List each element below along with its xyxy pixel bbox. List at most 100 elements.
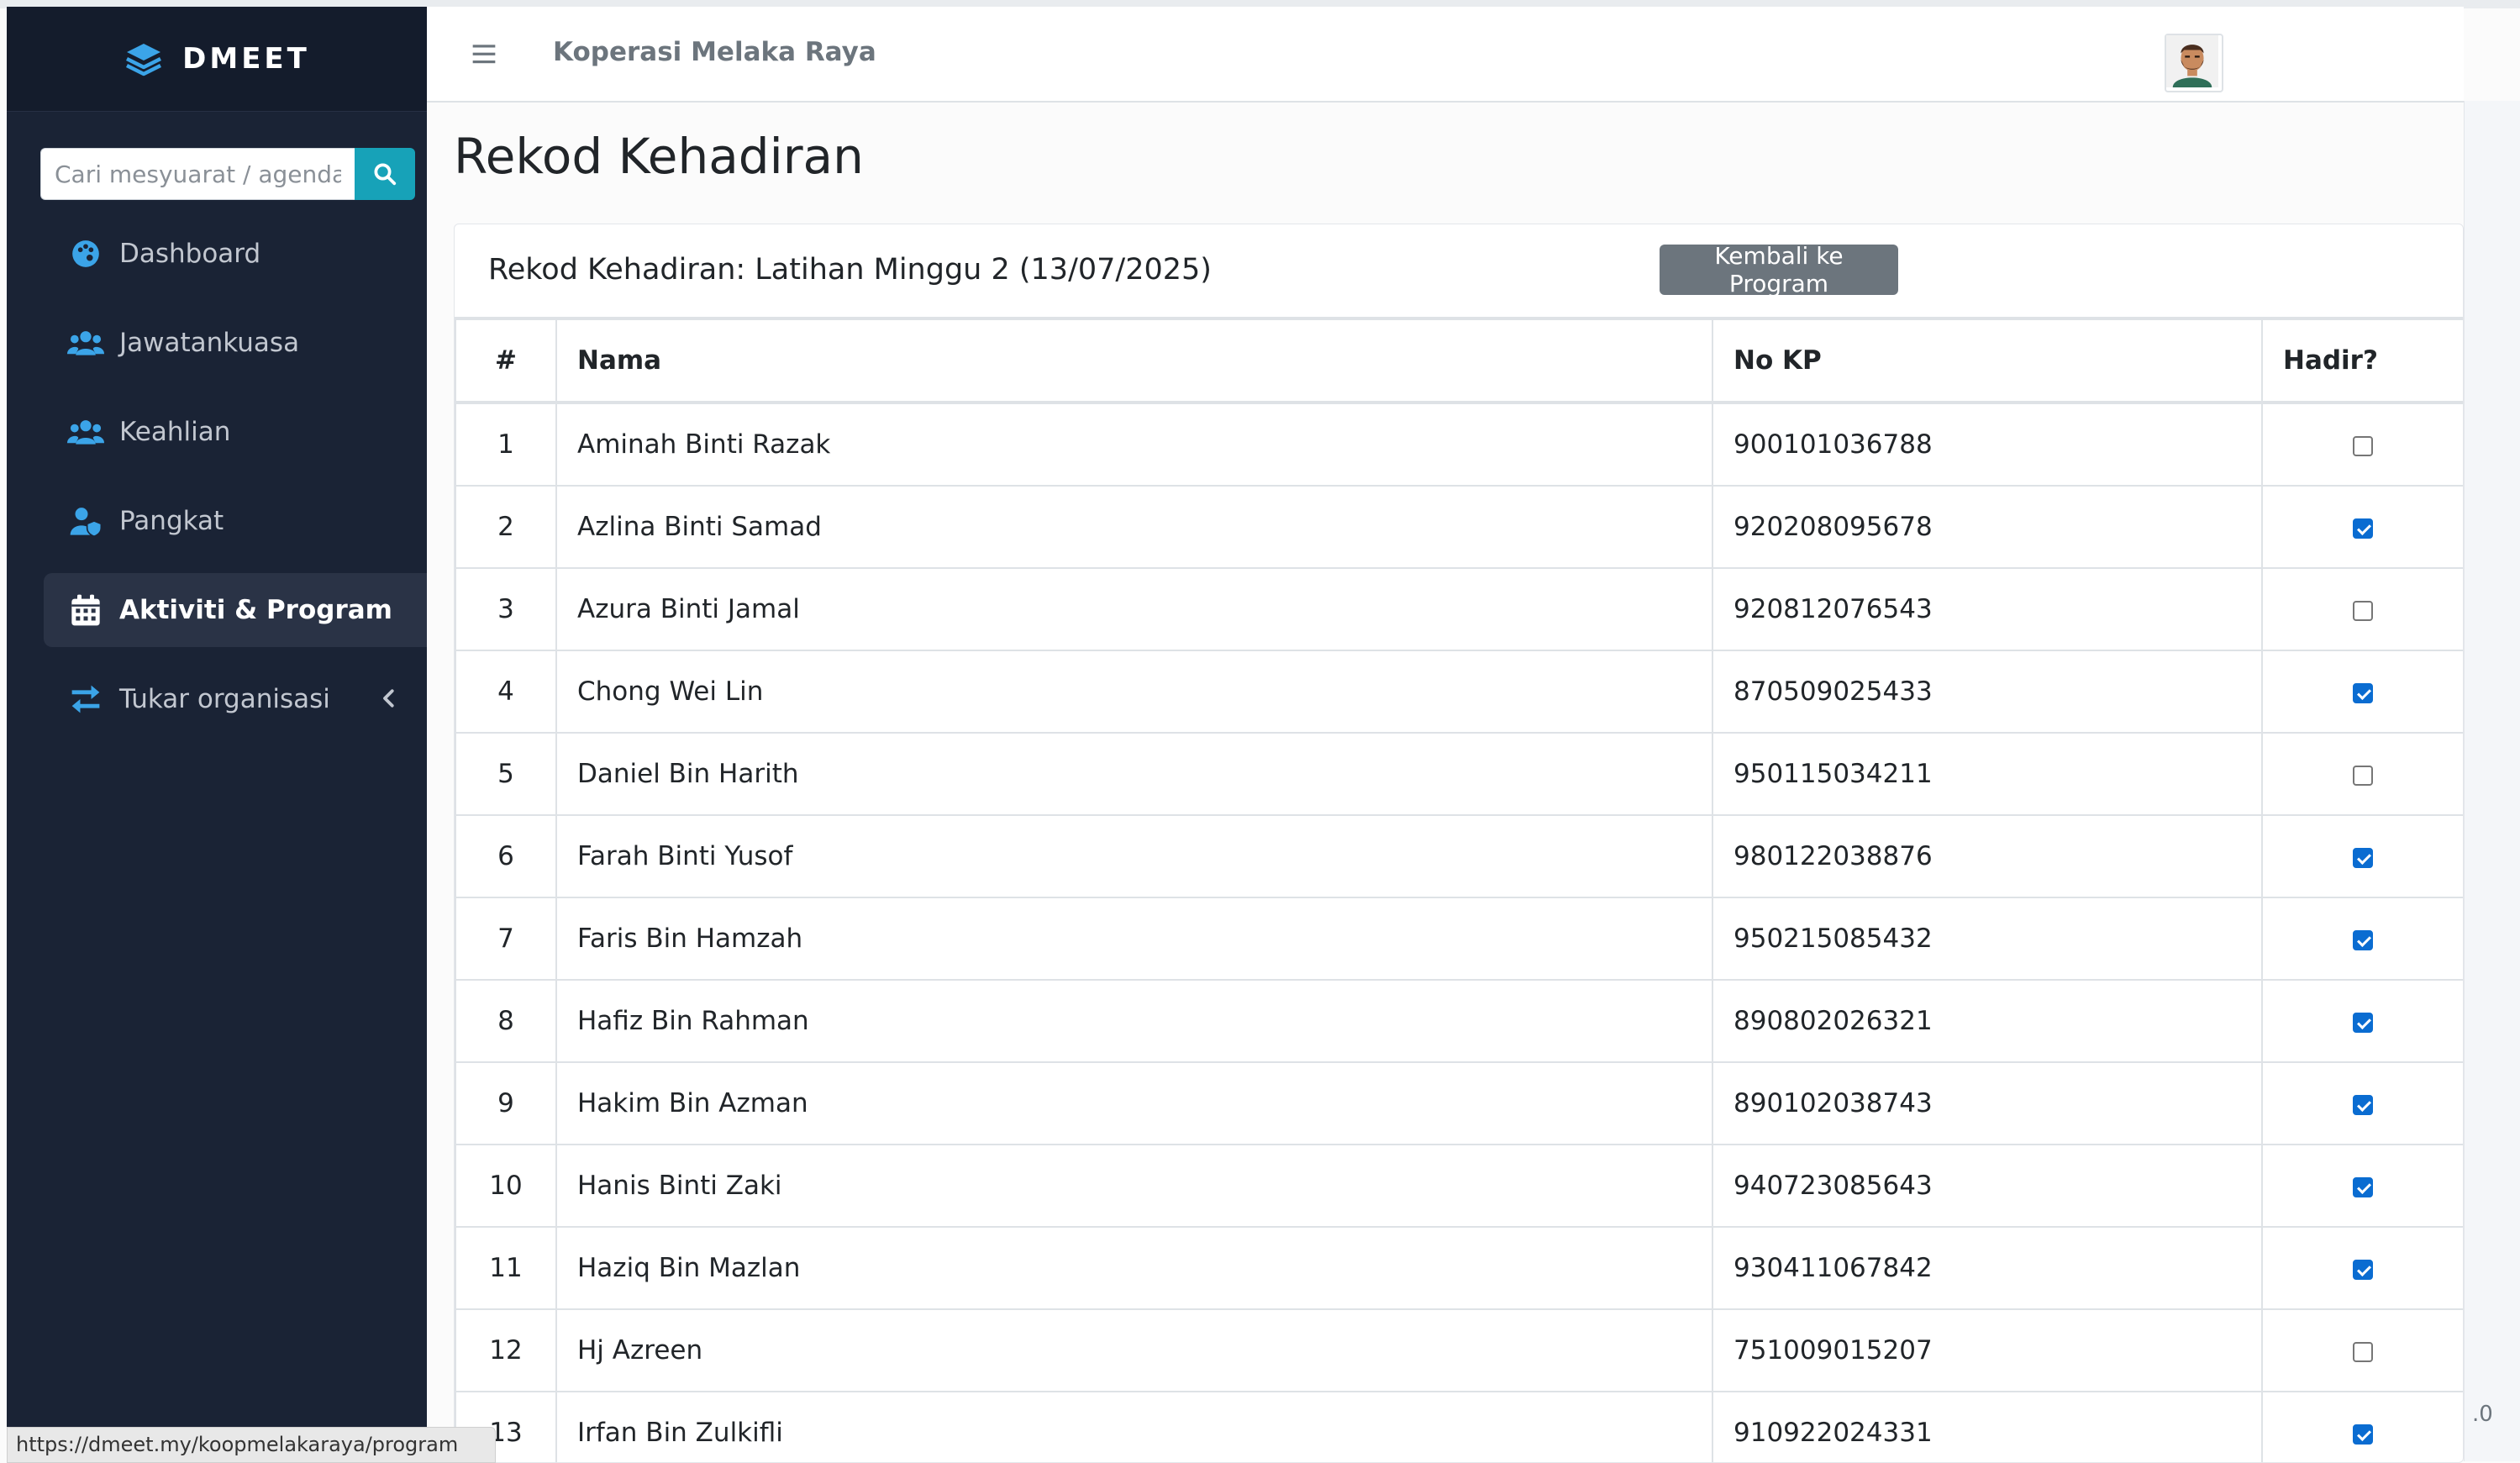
attendance-cell [2261,1144,2463,1228]
member-name: Hakim Bin Azman [555,1061,1713,1145]
search-icon [374,163,397,186]
attendance-cell [2261,979,2463,1063]
table-row: 9 Hakim Bin Azman 890102038743 [455,1061,2463,1145]
user-avatar[interactable] [2165,34,2223,92]
member-name: Azura Binti Jamal [555,567,1713,651]
attendance-cell [2261,732,2463,816]
card-title: Rekod Kehadiran: Latihan Minggu 2 (13/07… [488,253,1212,287]
attendance-checkbox[interactable] [2353,682,2373,703]
table-row: 13 Irfan Bin Zulkifli 910922024331 [455,1391,2463,1462]
attendance-cell [2261,402,2463,487]
member-ic-number: 870509025433 [1712,650,2263,734]
table-row: 10 Hanis Binti Zaki 940723085643 [455,1144,2463,1228]
organization-name[interactable]: Koperasi Melaka Raya [553,37,876,67]
column-header-no-kp: No KP [1712,318,2263,403]
sidebar-item-keahlian[interactable]: Keahlian [44,395,427,469]
hamburger-menu-icon[interactable] [471,40,497,67]
sidebar-item-label: Dashboard [119,239,261,269]
member-name: Hanis Binti Zaki [555,1144,1713,1228]
attendance-cell [2261,1061,2463,1145]
member-ic-number: 751009015207 [1712,1308,2263,1392]
sidebar-item-dashboard[interactable]: Dashboard [44,217,427,291]
avatar-icon [2166,35,2218,87]
table-row: 8 Hafiz Bin Rahman 890802026321 [455,979,2463,1063]
attendance-cell [2261,897,2463,981]
calendar-icon [67,592,104,629]
row-number: 3 [455,567,557,651]
table-row: 2 Azlina Binti Samad 920208095678 [455,485,2463,569]
attendance-table: # Nama No KP Hadir? 1 Aminah Binti Razak 9… [455,318,2463,1462]
member-ic-number: 940723085643 [1712,1144,2263,1228]
sidebar-item-pangkat[interactable]: Pangkat [44,484,427,558]
member-name: Faris Bin Hamzah [555,897,1713,981]
attendance-checkbox[interactable] [2353,847,2373,868]
member-name: Irfan Bin Zulkifli [555,1391,1713,1462]
member-ic-number: 980122038876 [1712,814,2263,898]
sidebar-item-tukar-organisasi[interactable]: Tukar organisasi [44,662,427,736]
attendance-checkbox[interactable] [2353,1176,2373,1197]
page-title: Rekod Kehadiran [454,128,864,185]
member-name: Aminah Binti Razak [555,402,1713,487]
back-to-program-button[interactable]: Kembali ke Program [1660,242,1898,297]
attendance-checkbox[interactable] [2353,435,2373,456]
member-ic-number: 920208095678 [1712,485,2263,569]
attendance-checkbox[interactable] [2353,600,2373,621]
row-number: 1 [455,402,557,487]
attendance-checkbox[interactable] [2353,929,2373,950]
users-icon [67,413,104,450]
footer-version: .0 [2472,1402,2493,1427]
attendance-card: Rekod Kehadiran: Latihan Minggu 2 (13/07… [454,224,2464,1463]
table-body: 1 Aminah Binti Razak 900101036788 2 Azlina B… [455,402,2463,1462]
attendance-cell [2261,485,2463,569]
row-number: 8 [455,979,557,1063]
row-number: 2 [455,485,557,569]
card-header: Rekod Kehadiran: Latihan Minggu 2 (13/07… [455,224,2463,318]
attendance-checkbox[interactable] [2353,1094,2373,1115]
member-name: Chong Wei Lin [555,650,1713,734]
table-row: 5 Daniel Bin Harith 950115034211 [455,732,2463,816]
row-number: 10 [455,1144,557,1228]
search-input[interactable] [40,148,355,200]
attendance-checkbox[interactable] [2353,765,2373,786]
member-ic-number: 950115034211 [1712,732,2263,816]
sidebar: DMEET Dashboard Jawatankuasa [7,7,427,1461]
table-header-row: # Nama No KP Hadir? [455,318,2463,403]
exchange-icon [67,681,104,718]
attendance-checkbox[interactable] [2353,1012,2373,1033]
attendance-checkbox[interactable] [2353,1259,2373,1280]
attendance-cell [2261,1308,2463,1392]
search-button[interactable] [355,148,415,200]
chevron-left-icon[interactable] [376,686,402,711]
sidebar-item-label: Aktiviti & Program [119,595,392,625]
user-shield-icon [67,503,104,539]
row-number: 7 [455,897,557,981]
attendance-cell [2261,567,2463,651]
sidebar-item-label: Jawatankuasa [119,328,300,358]
browser-status-url: https://dmeet.my/koopmelakaraya/program [7,1427,496,1463]
attendance-checkbox[interactable] [2353,1424,2373,1445]
member-name: Hafiz Bin Rahman [555,979,1713,1063]
member-ic-number: 890802026321 [1712,979,2263,1063]
layers-icon [126,44,162,76]
row-number: 6 [455,814,557,898]
attendance-checkbox[interactable] [2353,1341,2373,1362]
search-bar [40,148,415,200]
column-header-number: # [455,318,557,403]
member-name: Haziq Bin Mazlan [555,1226,1713,1310]
member-ic-number: 890102038743 [1712,1061,2263,1145]
attendance-checkbox[interactable] [2353,518,2373,539]
member-ic-number: 950215085432 [1712,897,2263,981]
member-ic-number: 920812076543 [1712,567,2263,651]
brand-link[interactable]: DMEET [7,7,427,112]
table-row: 11 Haziq Bin Mazlan 930411067842 [455,1226,2463,1310]
sidebar-item-label: Tukar organisasi [119,684,330,714]
sidebar-item-jawatankuasa[interactable]: Jawatankuasa [44,306,427,380]
row-number: 5 [455,732,557,816]
sidebar-item-label: Pangkat [119,506,224,536]
table-row: 6 Farah Binti Yusof 980122038876 [455,814,2463,898]
top-navbar: Koperasi Melaka Raya [427,7,2464,103]
sidebar-item-aktiviti-program[interactable]: Aktiviti & Program [44,573,427,647]
column-header-nama: Nama [555,318,1713,403]
sidebar-item-label: Keahlian [119,417,231,447]
row-number: 12 [455,1308,557,1392]
